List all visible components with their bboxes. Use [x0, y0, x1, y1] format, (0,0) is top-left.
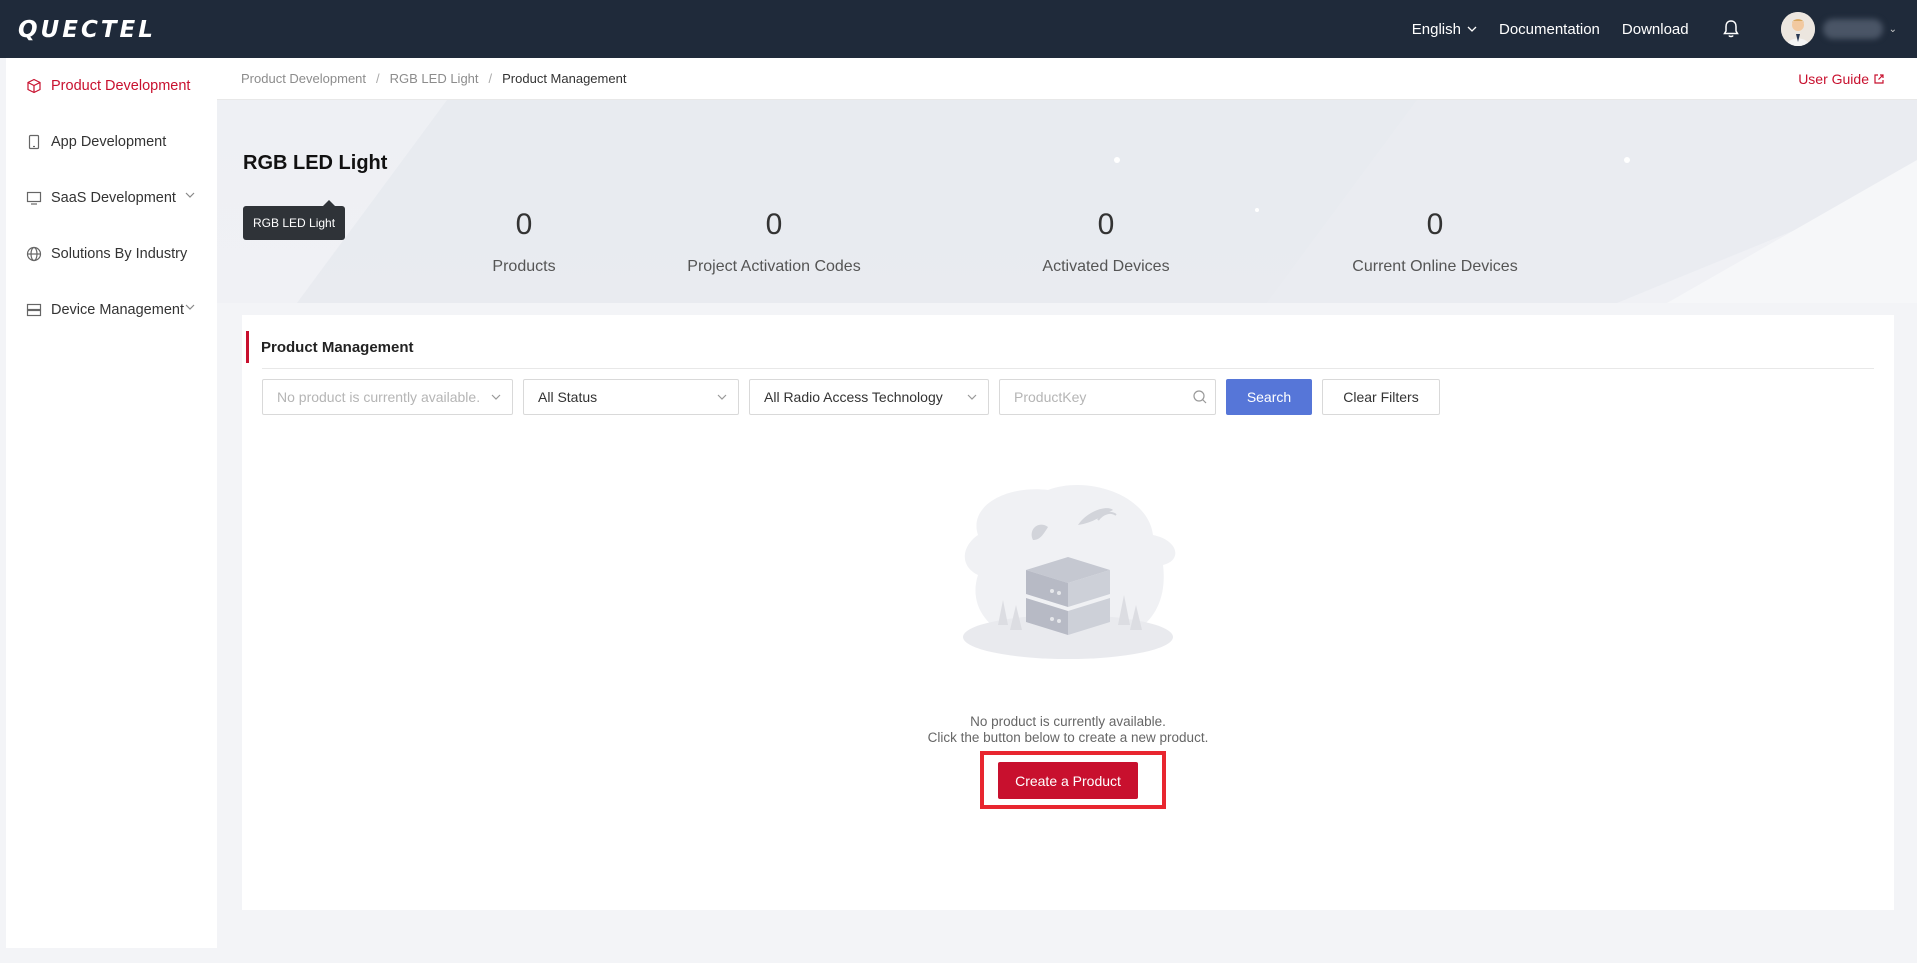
chevron-down-icon: [1467, 26, 1477, 32]
stat-value: 0: [765, 208, 783, 241]
chevron-down-icon: [185, 192, 195, 198]
language-selector[interactable]: English: [1412, 21, 1477, 38]
top-nav-right: English Documentation Download ⌄: [1412, 0, 1917, 58]
product-title-tooltip: RGB LED Light: [243, 200, 346, 240]
breadcrumb-separator: /: [488, 71, 493, 86]
sidebar-item-solutions-by-industry[interactable]: Solutions By Industry: [6, 226, 217, 282]
product-overview-banner: RGB LED Light RGB LED Light 0 Products 0…: [217, 100, 1917, 303]
stat-activated-devices: 0 Activated Devices: [996, 208, 1216, 276]
status-select-value: All Status: [538, 389, 598, 405]
clear-filters-button[interactable]: Clear Filters: [1322, 379, 1440, 415]
stat-products: 0 Products: [464, 208, 584, 276]
sidebar-item-label: Device Management: [51, 302, 184, 318]
chevron-down-icon: [185, 304, 195, 310]
sidebar-item-label: Solutions By Industry: [51, 246, 188, 262]
breadcrumb-product-development[interactable]: Product Development: [241, 71, 366, 86]
sidebar-item-app-development[interactable]: App Development: [6, 114, 217, 170]
empty-state-illustration: [963, 485, 1176, 659]
sidebar-item-label: Product Development: [51, 78, 191, 94]
breadcrumb-rgb-led-light[interactable]: RGB LED Light: [390, 71, 479, 86]
productkey-input[interactable]: [999, 379, 1216, 415]
breadcrumb: Product Development / RGB LED Light / Pr…: [217, 58, 1917, 100]
chevron-down-icon: [491, 394, 501, 400]
stat-value: 0: [1097, 208, 1115, 241]
top-navbar: QUECTEL English Documentation Download ⌄: [0, 0, 1917, 58]
product-title: RGB LED Light: [243, 152, 388, 174]
user-menu-chevron-icon[interactable]: ⌄: [1889, 24, 1897, 35]
chevron-down-icon: [717, 394, 727, 400]
avatar-icon: [1780, 12, 1815, 46]
globe-icon: [26, 246, 42, 262]
divider: [262, 368, 1874, 369]
bell-icon[interactable]: [1721, 19, 1741, 39]
product-select[interactable]: No product is currently available.: [262, 379, 513, 415]
sidebar-item-saas-development[interactable]: SaaS Development: [6, 170, 217, 226]
sidebar-item-product-development[interactable]: Product Development: [6, 58, 217, 114]
user-avatar[interactable]: [1780, 12, 1815, 46]
stat-value: 0: [1426, 208, 1444, 241]
radio-access-technology-select[interactable]: All Radio Access Technology: [749, 379, 989, 415]
create-product-button[interactable]: Create a Product: [998, 762, 1138, 799]
breadcrumb-separator: /: [376, 71, 380, 86]
username-redacted[interactable]: [1822, 19, 1883, 39]
stat-label: Current Online Devices: [1352, 258, 1518, 275]
search-button[interactable]: Search: [1226, 379, 1312, 415]
documentation-link[interactable]: Documentation: [1499, 21, 1600, 38]
stat-label: Project Activation Codes: [687, 258, 861, 275]
server-icon: [26, 303, 42, 317]
external-link-icon: [1874, 74, 1884, 84]
filter-bar: No product is currently available. All S…: [262, 379, 1440, 415]
stat-label: Activated Devices: [1042, 258, 1170, 275]
stat-project-activation-codes: 0 Project Activation Codes: [664, 208, 884, 276]
sidebar-item-device-management[interactable]: Device Management: [6, 282, 217, 338]
monitor-icon: [26, 191, 42, 205]
user-guide-link[interactable]: User Guide: [1798, 71, 1885, 87]
search-icon[interactable]: [1192, 389, 1208, 405]
empty-state-line-2: Click the button below to create a new p…: [927, 730, 1209, 745]
empty-state-line-1: No product is currently available.: [970, 714, 1166, 729]
productkey-search-wrapper: [999, 379, 1216, 415]
stat-value: 0: [515, 208, 533, 241]
user-guide-label: User Guide: [1798, 71, 1869, 87]
sidebar-item-label: SaaS Development: [51, 190, 176, 206]
status-select[interactable]: All Status: [523, 379, 739, 415]
sidebar: Product Development App Development SaaS…: [6, 58, 217, 948]
sidebar-item-label: App Development: [51, 134, 167, 150]
product-select-placeholder: No product is currently available.: [277, 389, 481, 405]
breadcrumb-product-management: Product Management: [502, 71, 627, 86]
stat-label: Products: [492, 258, 556, 275]
product-management-panel: Product Management No product is current…: [242, 315, 1894, 910]
chevron-down-icon: [967, 394, 977, 400]
cube-icon: [27, 78, 41, 94]
phone-icon: [28, 134, 40, 150]
quectel-logo[interactable]: QUECTEL: [18, 17, 156, 43]
stat-current-online-devices: 0 Current Online Devices: [1325, 208, 1545, 276]
download-link[interactable]: Download: [1622, 21, 1689, 38]
language-label: English: [1411, 20, 1461, 38]
section-title: Product Management: [246, 331, 414, 363]
rat-select-value: All Radio Access Technology: [764, 389, 943, 405]
logo-text: QUECTEL: [18, 17, 156, 43]
